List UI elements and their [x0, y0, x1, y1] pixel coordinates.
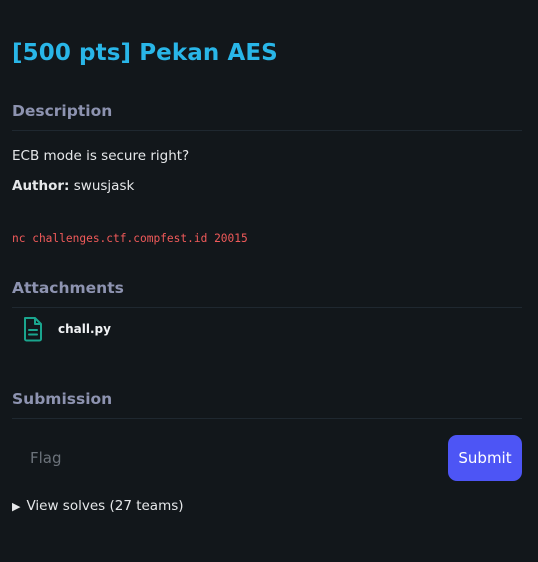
attachments-heading: Attachments [12, 279, 124, 297]
challenge-title: [500 pts] Pekan AES [12, 40, 278, 66]
file-icon [22, 316, 44, 342]
submission-divider [12, 418, 522, 419]
description-divider [12, 130, 522, 131]
submission-heading: Submission [12, 390, 113, 408]
connection-command: nc challenges.ctf.compfest.id 20015 [12, 232, 248, 245]
author-name: swusjask [73, 178, 135, 194]
description-text: ECB mode is secure right? [12, 148, 190, 164]
attachment-link[interactable]: chall.py [58, 322, 111, 336]
attachments-divider [12, 307, 522, 308]
flag-input[interactable] [14, 437, 434, 479]
author-line: Author: swusjask [12, 178, 134, 194]
description-heading: Description [12, 102, 113, 120]
attachment-item[interactable]: chall.py [22, 316, 111, 342]
view-solves-label: View solves (27 teams) [26, 498, 184, 514]
submit-button[interactable]: Submit [448, 435, 522, 481]
triangle-right-icon: ▶ [12, 499, 21, 513]
challenge-page: [500 pts] Pekan AES Description ECB mode… [0, 0, 538, 562]
author-label: Author: [12, 178, 70, 194]
view-solves-toggle[interactable]: ▶ View solves (27 teams) [12, 498, 184, 514]
